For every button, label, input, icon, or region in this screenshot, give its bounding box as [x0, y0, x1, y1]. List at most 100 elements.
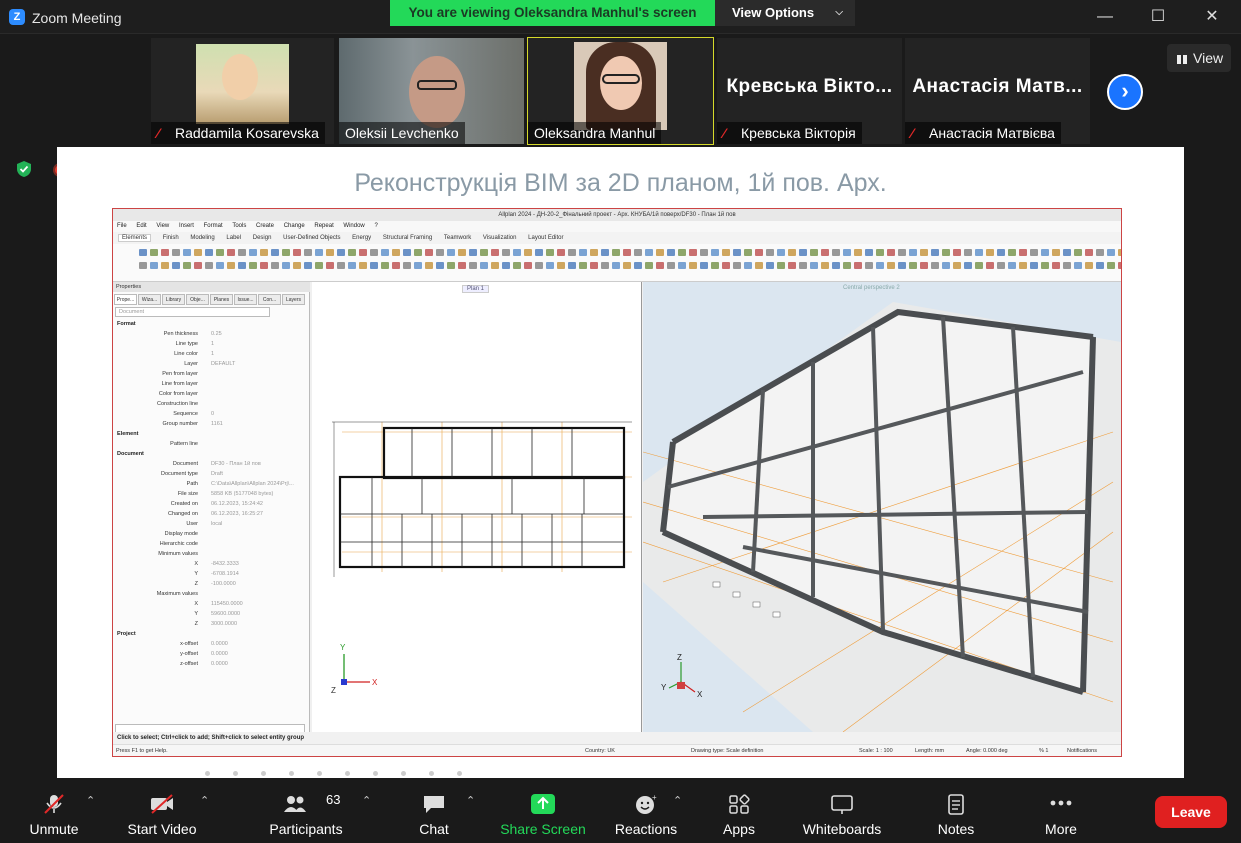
ribbon-tool-icon[interactable]: [1019, 262, 1027, 269]
close-button[interactable]: ✕: [1199, 4, 1225, 30]
ribbon-tool-icon[interactable]: [502, 249, 510, 256]
notifications-button[interactable]: Notifications: [1067, 745, 1097, 756]
ribbon-tool-icon[interactable]: [821, 249, 829, 256]
properties-row[interactable]: Pattern line: [113, 439, 310, 449]
chat-button[interactable]: Chat: [404, 781, 464, 843]
ribbon-tool-icon[interactable]: [678, 249, 686, 256]
ribbon-tool-icon[interactable]: [425, 262, 433, 269]
ribbon-tool-icon[interactable]: [568, 249, 576, 256]
ribbon-tool-icon[interactable]: [986, 262, 994, 269]
minimize-button[interactable]: —: [1092, 4, 1118, 30]
whiteboards-button[interactable]: Whiteboards: [796, 781, 888, 843]
scale-field[interactable]: Scale: 1 : 100: [859, 745, 893, 756]
properties-tab[interactable]: Issue...: [234, 294, 257, 305]
participant-tile[interactable]: Анастасія Матв... ⁄ Анастасія Матвієва: [905, 38, 1090, 144]
properties-tab[interactable]: Planes: [210, 294, 233, 305]
ribbon-tool-icon[interactable]: [139, 262, 147, 269]
properties-row[interactable]: Color from layer: [113, 389, 310, 399]
ribbon-tool-icon[interactable]: [403, 262, 411, 269]
properties-row[interactable]: X -8432.3333: [113, 559, 310, 569]
ribbon-tool-icon[interactable]: [271, 262, 279, 269]
ribbon-tool-icon[interactable]: [557, 262, 565, 269]
ribbon-tab[interactable]: Energy: [352, 235, 371, 241]
ribbon-tool-icon[interactable]: [997, 262, 1005, 269]
ribbon-tab[interactable]: Elements: [118, 234, 152, 242]
ribbon-tab[interactable]: Visualization: [483, 235, 517, 241]
participant-tile[interactable]: Oleksii Levchenko: [339, 38, 524, 144]
properties-row[interactable]: Changed on 06.12.2023, 16:25:27: [113, 509, 310, 519]
properties-tab[interactable]: Layers: [282, 294, 305, 305]
ribbon-tool-icon[interactable]: [1118, 249, 1121, 256]
menu-item[interactable]: Change: [284, 223, 305, 229]
participants-button[interactable]: 63 Participants: [262, 781, 350, 843]
ribbon-tool-icon[interactable]: [194, 262, 202, 269]
ribbon-tool-icon[interactable]: [216, 262, 224, 269]
ribbon-tool-icon[interactable]: [579, 262, 587, 269]
ribbon-tool-icon[interactable]: [447, 249, 455, 256]
ribbon-tool-icon[interactable]: [799, 249, 807, 256]
ribbon-tool-icon[interactable]: [898, 262, 906, 269]
ribbon-tool-icon[interactable]: [480, 262, 488, 269]
ribbon-tool-icon[interactable]: [381, 262, 389, 269]
ribbon-tool-icon[interactable]: [150, 262, 158, 269]
ribbon-tool-icon[interactable]: [359, 249, 367, 256]
allplan-ribbon[interactable]: [113, 244, 1121, 282]
ribbon-tool-icon[interactable]: [590, 262, 598, 269]
shared-screen[interactable]: Реконструкція BIM за 2D планом, 1й пов. …: [57, 147, 1184, 778]
ribbon-tool-icon[interactable]: [909, 262, 917, 269]
view-layout-button[interactable]: View: [1167, 44, 1231, 72]
ribbon-tab[interactable]: User-Defined Objects: [283, 235, 340, 241]
ribbon-tool-icon[interactable]: [1019, 249, 1027, 256]
properties-row[interactable]: Z -100.0000: [113, 579, 310, 589]
ribbon-tool-icon[interactable]: [392, 262, 400, 269]
video-options-caret-icon[interactable]: ⌃: [200, 794, 209, 807]
ribbon-tool-icon[interactable]: [469, 249, 477, 256]
ribbon-tab[interactable]: Design: [253, 235, 272, 241]
properties-tab[interactable]: Wiza...: [138, 294, 161, 305]
ribbon-tool-icon[interactable]: [502, 262, 510, 269]
ribbon-tool-icon[interactable]: [876, 262, 884, 269]
ribbon-tool-icon[interactable]: [942, 262, 950, 269]
properties-row[interactable]: Y -6708.1914: [113, 569, 310, 579]
properties-row[interactable]: Created on 06.12.2023, 15:24:42: [113, 499, 310, 509]
ribbon-tool-icon[interactable]: [1085, 262, 1093, 269]
properties-tab[interactable]: Prope...: [114, 294, 137, 305]
ribbon-tool-icon[interactable]: [832, 249, 840, 256]
properties-section-header[interactable]: Format: [113, 319, 310, 329]
properties-row[interactable]: Hierarchic code: [113, 539, 310, 549]
ribbon-tool-icon[interactable]: [667, 249, 675, 256]
ribbon-tool-icon[interactable]: [447, 262, 455, 269]
ribbon-tool-icon[interactable]: [931, 249, 939, 256]
ribbon-tool-icon[interactable]: [656, 262, 664, 269]
ribbon-tool-icon[interactable]: [414, 249, 422, 256]
ribbon-tool-icon[interactable]: [348, 249, 356, 256]
ribbon-tool-icon[interactable]: [458, 262, 466, 269]
ribbon-tool-icon[interactable]: [744, 249, 752, 256]
ribbon-tool-icon[interactable]: [645, 262, 653, 269]
ribbon-tool-icon[interactable]: [348, 262, 356, 269]
ribbon-tool-icon[interactable]: [1074, 262, 1082, 269]
participants-caret-icon[interactable]: ⌃: [362, 794, 371, 807]
ribbon-tool-icon[interactable]: [843, 249, 851, 256]
participant-tile[interactable]: Кревська Вікто... ⁄ Кревська Вікторія: [717, 38, 902, 144]
ribbon-tool-icon[interactable]: [216, 249, 224, 256]
ribbon-tool-icon[interactable]: [139, 249, 147, 256]
ribbon-tool-icon[interactable]: [414, 262, 422, 269]
ribbon-tool-icon[interactable]: [964, 249, 972, 256]
ribbon-tool-icon[interactable]: [612, 249, 620, 256]
ribbon-tool-icon[interactable]: [1008, 249, 1016, 256]
ribbon-tool-icon[interactable]: [326, 249, 334, 256]
ribbon-tool-icon[interactable]: [293, 249, 301, 256]
ribbon-tool-icon[interactable]: [799, 262, 807, 269]
ribbon-tool-icon[interactable]: [821, 262, 829, 269]
ribbon-tool-icon[interactable]: [491, 249, 499, 256]
ribbon-tool-icon[interactable]: [711, 262, 719, 269]
ribbon-tool-icon[interactable]: [1107, 249, 1115, 256]
ribbon-tool-icon[interactable]: [172, 262, 180, 269]
properties-section-header[interactable]: Element: [113, 429, 310, 439]
ribbon-tool-icon[interactable]: [271, 249, 279, 256]
ribbon-tool-icon[interactable]: [1118, 262, 1121, 269]
ribbon-tool-icon[interactable]: [909, 249, 917, 256]
view-options-button[interactable]: View Options ⌵: [715, 0, 855, 26]
ribbon-tool-icon[interactable]: [975, 249, 983, 256]
